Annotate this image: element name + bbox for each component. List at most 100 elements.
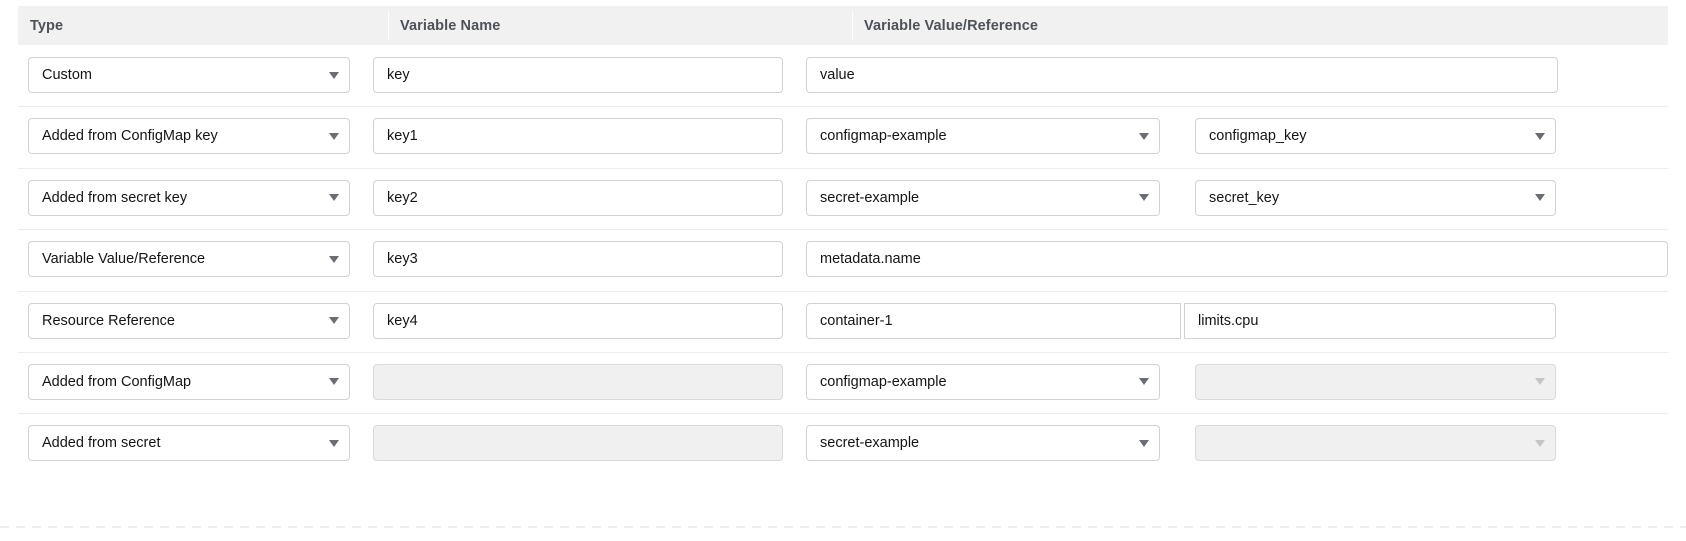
variable-name-value: key2 xyxy=(387,190,772,206)
type-select[interactable]: Added from secret key xyxy=(28,180,350,216)
secret-resource-cell: secret-example xyxy=(806,425,1160,461)
column-header-type-label: Type xyxy=(18,18,63,34)
variable-name-cell: key2 xyxy=(373,180,783,216)
field-reference-value: metadata.name xyxy=(820,251,1657,267)
chevron-down-icon xyxy=(329,378,339,385)
table-body: Custom key value Added from ConfigMap ke xyxy=(0,45,1686,475)
secret-resource-value: secret-example xyxy=(820,435,1131,451)
chevron-down-icon xyxy=(1139,194,1149,201)
secret-key-select[interactable]: secret_key xyxy=(1195,180,1556,216)
type-select-cell: Added from secret key xyxy=(28,180,350,216)
type-select[interactable]: Variable Value/Reference xyxy=(28,241,350,277)
variable-name-value: key xyxy=(387,67,772,83)
field-reference-input[interactable]: metadata.name xyxy=(806,241,1668,277)
type-select[interactable]: Custom xyxy=(28,57,350,93)
secret-resource-select[interactable]: secret-example xyxy=(806,180,1160,216)
column-header-variable-value-label: Variable Value/Reference xyxy=(852,18,1038,34)
configmap-resource-cell: configmap-example xyxy=(806,118,1160,154)
secret-key-value: secret_key xyxy=(1209,190,1527,206)
field-reference-cell: metadata.name xyxy=(806,241,1668,277)
type-select-value: Added from ConfigMap key xyxy=(42,128,321,144)
type-select[interactable]: Resource Reference xyxy=(28,303,350,339)
variable-name-value: key1 xyxy=(387,128,772,144)
type-select-value: Custom xyxy=(42,67,321,83)
secret-resource-value: secret-example xyxy=(820,190,1131,206)
variable-value-cell: value xyxy=(806,57,1558,93)
configmap-resource-cell: configmap-example xyxy=(806,364,1160,400)
variable-name-cell: key3 xyxy=(373,241,783,277)
chevron-down-icon xyxy=(329,256,339,263)
resource-field-cell: limits.cpu xyxy=(1184,303,1556,339)
chevron-down-icon xyxy=(1139,378,1149,385)
row-divider xyxy=(18,413,1668,414)
chevron-down-icon xyxy=(1535,440,1545,447)
variable-name-input[interactable]: key2 xyxy=(373,180,783,216)
table-row: Added from ConfigMap key key1 configmap-… xyxy=(0,106,1686,167)
chevron-down-icon xyxy=(1139,440,1149,447)
table-row: Resource Reference key4 container-1 limi… xyxy=(0,291,1686,352)
configmap-resource-select[interactable]: configmap-example xyxy=(806,118,1160,154)
row-divider xyxy=(18,229,1668,230)
column-header-variable-value: Variable Value/Reference xyxy=(852,6,1668,45)
table-row: Added from secret key key2 secret-exampl… xyxy=(0,168,1686,229)
type-select-value: Resource Reference xyxy=(42,313,321,329)
chevron-down-icon xyxy=(1139,133,1149,140)
secret-key-select-disabled xyxy=(1195,425,1556,461)
column-header-variable-name: Variable Name xyxy=(388,6,852,45)
configmap-resource-value: configmap-example xyxy=(820,374,1131,390)
chevron-down-icon xyxy=(329,72,339,79)
variable-name-input[interactable]: key4 xyxy=(373,303,783,339)
variable-name-input[interactable]: key3 xyxy=(373,241,783,277)
variable-value-input[interactable]: value xyxy=(806,57,1558,93)
configmap-key-value: configmap_key xyxy=(1209,128,1527,144)
chevron-down-icon xyxy=(329,133,339,140)
configmap-key-cell: configmap_key xyxy=(1195,118,1556,154)
type-select-cell: Added from secret xyxy=(28,425,350,461)
type-select-cell: Added from ConfigMap xyxy=(28,364,350,400)
container-value: container-1 xyxy=(820,313,1170,329)
type-select[interactable]: Added from ConfigMap key xyxy=(28,118,350,154)
table-row: Custom key value xyxy=(0,45,1686,106)
type-select-cell: Added from ConfigMap key xyxy=(28,118,350,154)
column-divider xyxy=(852,11,853,40)
row-divider xyxy=(18,291,1668,292)
type-select[interactable]: Added from ConfigMap xyxy=(28,364,350,400)
type-select[interactable]: Added from secret xyxy=(28,425,350,461)
configmap-key-select-disabled xyxy=(1195,364,1556,400)
table-header-row: Type Variable Name Variable Value/Refere… xyxy=(18,6,1668,45)
variable-name-input-disabled xyxy=(373,425,783,461)
configmap-key-select[interactable]: configmap_key xyxy=(1195,118,1556,154)
environment-variables-table: Type Variable Name Variable Value/Refere… xyxy=(0,0,1686,541)
variable-name-value: key4 xyxy=(387,313,772,329)
type-select-cell: Custom xyxy=(28,57,350,93)
variable-name-input[interactable]: key xyxy=(373,57,783,93)
type-select-value: Variable Value/Reference xyxy=(42,251,321,267)
chevron-down-icon xyxy=(1535,133,1545,140)
container-input[interactable]: container-1 xyxy=(806,303,1181,339)
container-cell: container-1 xyxy=(806,303,1181,339)
resource-field-input[interactable]: limits.cpu xyxy=(1184,303,1556,339)
variable-name-cell: key1 xyxy=(373,118,783,154)
row-divider xyxy=(18,352,1668,353)
variable-name-input[interactable]: key1 xyxy=(373,118,783,154)
type-select-cell: Resource Reference xyxy=(28,303,350,339)
column-header-type: Type xyxy=(18,6,388,45)
variable-name-input-disabled xyxy=(373,364,783,400)
configmap-resource-select[interactable]: configmap-example xyxy=(806,364,1160,400)
secret-resource-cell: secret-example xyxy=(806,180,1160,216)
variable-name-cell xyxy=(373,364,783,400)
column-divider xyxy=(388,11,389,40)
secret-key-cell: secret_key xyxy=(1195,180,1556,216)
resource-field-value: limits.cpu xyxy=(1198,313,1545,329)
secret-resource-select[interactable]: secret-example xyxy=(806,425,1160,461)
chevron-down-icon xyxy=(1535,194,1545,201)
chevron-down-icon xyxy=(329,440,339,447)
chevron-down-icon xyxy=(1535,378,1545,385)
variable-name-value: key3 xyxy=(387,251,772,267)
chevron-down-icon xyxy=(329,194,339,201)
row-divider xyxy=(18,106,1668,107)
type-select-value: Added from secret key xyxy=(42,190,321,206)
table-row: Variable Value/Reference key3 metadata.n… xyxy=(0,229,1686,290)
table-row: Added from secret secret-example xyxy=(0,413,1686,474)
type-select-cell: Variable Value/Reference xyxy=(28,241,350,277)
